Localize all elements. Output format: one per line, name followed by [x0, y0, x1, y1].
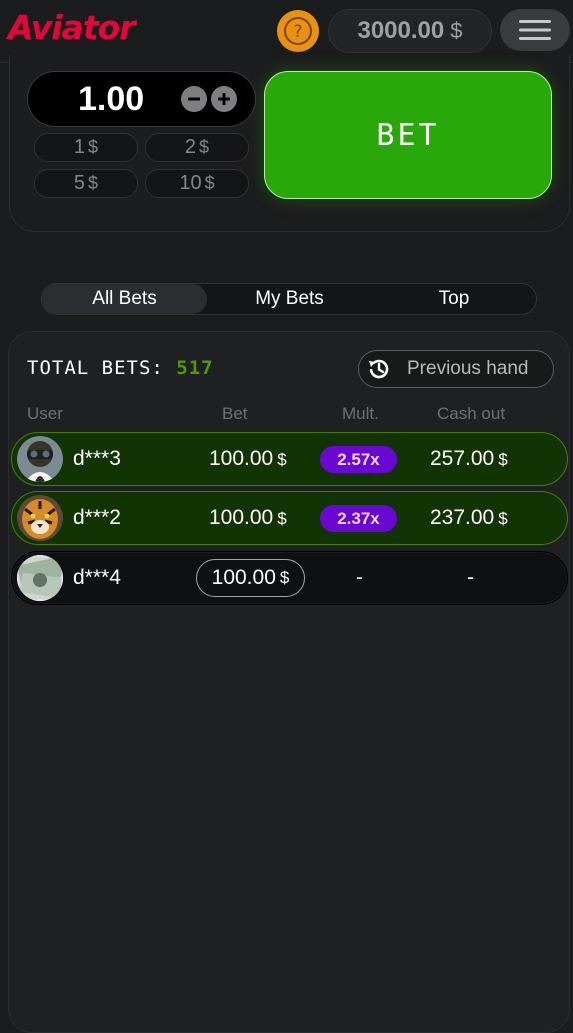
- total-bets-label: TOTAL BETS:: [27, 357, 164, 379]
- column-user: User: [27, 404, 63, 423]
- row-cash-out: 257.00 $: [430, 447, 508, 471]
- balance-currency: $: [450, 18, 463, 43]
- minus-icon: [188, 97, 200, 101]
- balance-value: 3000.00: [357, 17, 445, 44]
- table-row: d***2 100.00 $ 2.37x 237.00 $: [11, 491, 568, 545]
- row-bet: 100.00 $: [209, 506, 287, 530]
- help-icon: ?: [284, 17, 312, 45]
- top-header: Aviator ? 3000.00 $: [0, 0, 573, 63]
- decrease-amount-button[interactable]: [181, 86, 207, 112]
- row-user: d***2: [73, 506, 121, 529]
- increase-amount-button[interactable]: [211, 86, 237, 112]
- row-cash-out: -: [467, 566, 474, 589]
- previous-hand-label: Previous hand: [407, 358, 529, 379]
- help-button[interactable]: ?: [277, 10, 319, 52]
- aviator-logo: Aviator: [8, 8, 136, 47]
- row-cash-out-currency: $: [498, 509, 508, 528]
- row-cash-out-currency: $: [498, 450, 508, 469]
- table-row: d***4 100.00 $ - -: [11, 551, 568, 605]
- quick-amount-currency: $: [88, 137, 99, 157]
- tiger-avatar: [17, 495, 63, 541]
- quick-amount-2-button[interactable]: 2 $: [145, 133, 249, 162]
- row-user: d***3: [73, 447, 121, 470]
- menu-button[interactable]: [500, 9, 570, 51]
- row-cash-out-value: 257.00: [430, 447, 495, 470]
- quick-amount-value: 1: [73, 136, 86, 158]
- row-multiplier-badge: 2.37x: [320, 505, 397, 532]
- total-bets-count: 517: [176, 357, 214, 379]
- previous-hand-button[interactable]: Previous hand: [358, 350, 554, 388]
- column-bet: Bet: [222, 404, 248, 423]
- total-bets: TOTAL BETS: 517: [27, 357, 214, 379]
- column-cash-out: Cash out: [437, 404, 506, 423]
- quick-amount-value: 5: [73, 172, 86, 194]
- quick-amount-currency: $: [199, 137, 210, 157]
- quick-amount-10-button[interactable]: 10 $: [145, 169, 249, 198]
- quick-amount-currency: $: [204, 173, 215, 193]
- quick-amount-value: 2: [184, 136, 197, 158]
- row-bet: 100.00 $: [209, 447, 287, 471]
- bet-button[interactable]: BET: [264, 71, 552, 199]
- history-icon: [369, 359, 389, 379]
- tab-my-bets[interactable]: My Bets: [207, 284, 372, 314]
- bets-tabs: All Bets My Bets Top: [41, 283, 537, 315]
- table-row: d***3 100.00 $ 2.57x 257.00 $: [11, 432, 568, 486]
- row-bet-value: 100.00: [209, 447, 274, 470]
- pilot-avatar: [17, 436, 63, 482]
- bet-amount-input[interactable]: 1.00: [27, 71, 256, 127]
- row-multiplier-badge: 2.57x: [320, 446, 397, 473]
- row-cash-out-value: 237.00: [430, 506, 495, 529]
- quick-amount-currency: $: [88, 173, 99, 193]
- hamburger-menu-icon: [519, 20, 551, 40]
- column-mult: Mult.: [342, 404, 379, 423]
- money-avatar: [17, 555, 63, 601]
- row-bet-value: 100.00: [211, 566, 276, 589]
- row-bet: 100.00 $: [196, 559, 305, 597]
- tab-top[interactable]: Top: [372, 284, 536, 314]
- row-bet-value: 100.00: [209, 506, 274, 529]
- quick-amount-1-button[interactable]: 1 $: [34, 133, 138, 162]
- row-bet-currency: $: [279, 568, 290, 587]
- row-multiplier: -: [356, 566, 363, 589]
- bet-amount-value: 1.00: [78, 80, 145, 118]
- quick-amount-value: 10: [179, 172, 202, 194]
- row-bet-currency: $: [277, 450, 287, 469]
- svg-text:?: ?: [293, 22, 302, 42]
- balance-display: 3000.00 $: [328, 9, 492, 53]
- tab-all-bets[interactable]: All Bets: [42, 284, 207, 314]
- row-cash-out: 237.00 $: [430, 506, 508, 530]
- plus-icon: [218, 93, 230, 105]
- row-user: d***4: [73, 566, 121, 589]
- row-bet-currency: $: [277, 509, 287, 528]
- quick-amount-5-button[interactable]: 5 $: [34, 169, 138, 198]
